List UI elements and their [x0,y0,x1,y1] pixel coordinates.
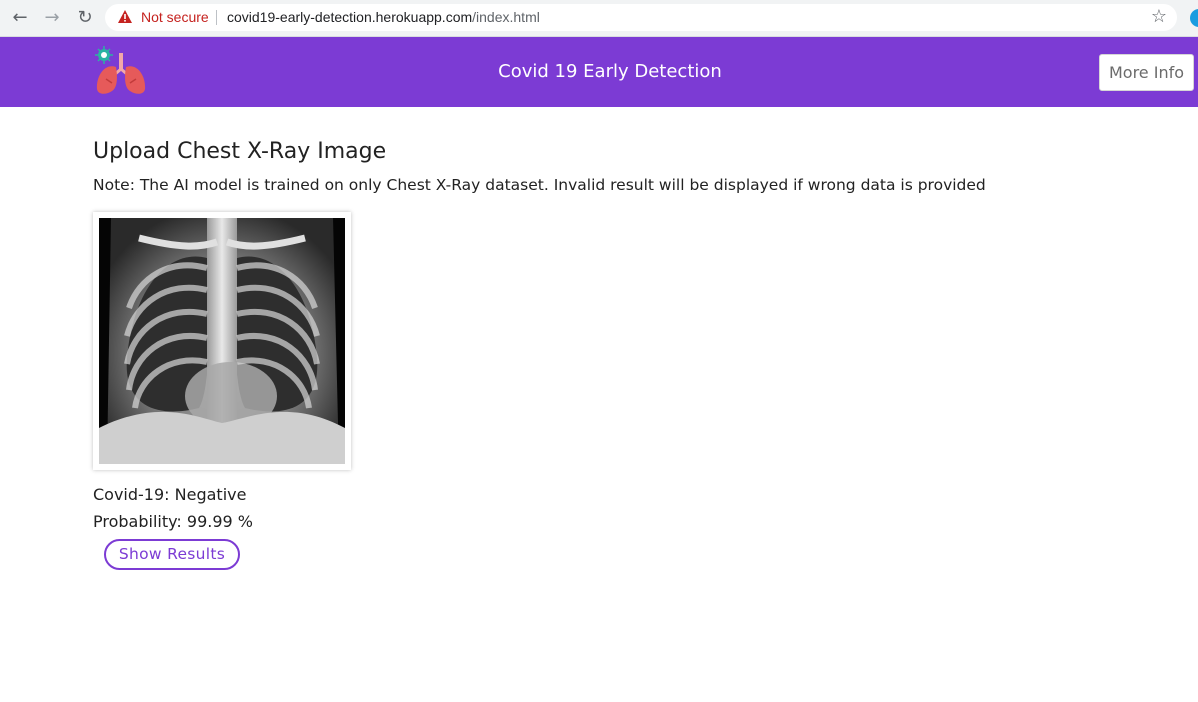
omnibox-divider [216,10,217,25]
model-note: Note: The AI model is trained on only Ch… [93,176,986,194]
url-host: covid19-early-detection.herokuapp.com [227,9,473,25]
browser-toolbar: ← → ↻ Not secure covid19-early-detection… [0,0,1198,37]
more-info-button[interactable]: More Info [1099,54,1194,91]
forward-arrow-icon[interactable]: → [40,7,64,29]
app-title: Covid 19 Early Detection [498,61,722,82]
chest-xray-image [99,218,345,464]
app-header: Covid 19 Early Detection More Info [0,37,1198,107]
xray-image-frame [93,212,351,470]
extension-icon[interactable] [1190,9,1198,27]
security-status[interactable]: Not secure [141,9,209,25]
url-path: /index.html [472,9,540,25]
back-arrow-icon[interactable]: ← [8,7,32,29]
reload-icon[interactable]: ↻ [73,7,97,29]
upload-heading: Upload Chest X-Ray Image [93,139,387,164]
address-bar[interactable]: Not secure covid19-early-detection.herok… [105,4,1177,31]
probability-result: Probability: 99.99 % [93,512,253,531]
url-text[interactable]: covid19-early-detection.herokuapp.com/in… [227,9,540,25]
show-results-button[interactable]: Show Results [104,539,240,570]
bookmark-star-icon[interactable]: ☆ [1151,6,1167,27]
covid-result: Covid-19: Negative [93,485,247,504]
warning-icon[interactable] [117,8,133,26]
